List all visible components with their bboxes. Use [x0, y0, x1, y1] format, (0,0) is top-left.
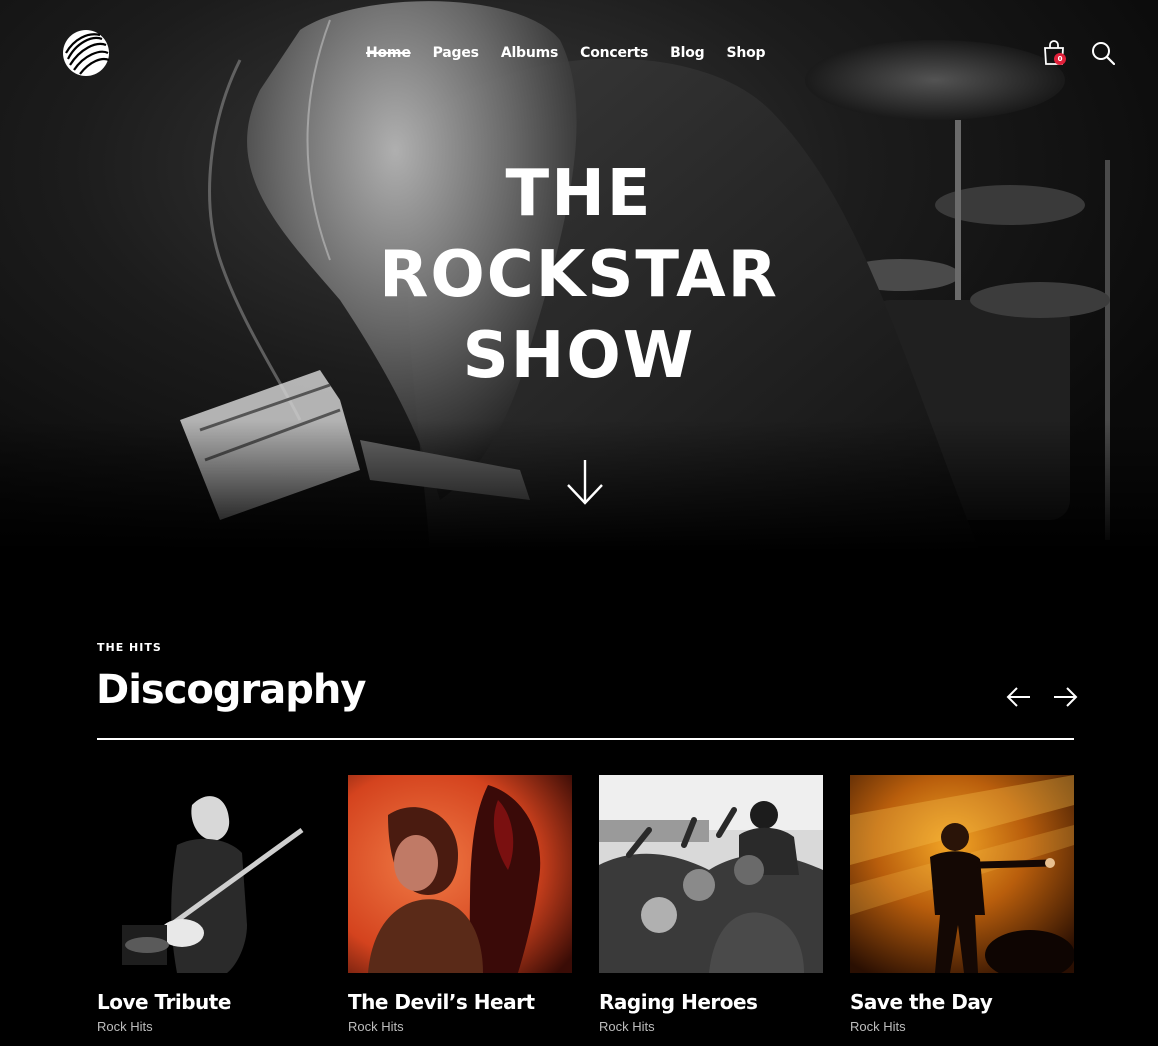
arrow-left-icon[interactable] [1006, 685, 1032, 709]
nav-item-blog[interactable]: Blog [670, 42, 705, 64]
album-category: Rock Hits [97, 1019, 153, 1034]
album-category: Rock Hits [599, 1019, 655, 1034]
album-cover[interactable] [97, 775, 321, 973]
album-title[interactable]: Love Tribute [97, 989, 321, 1015]
hero-title-line: ROCKSTAR [379, 238, 779, 312]
album-cover[interactable] [850, 775, 1074, 973]
nav-item-concerts[interactable]: Concerts [580, 42, 648, 64]
hero-title-line: THE [505, 157, 653, 231]
section-eyebrow: THE HITS [97, 641, 162, 654]
album-cover[interactable] [348, 775, 572, 973]
nav-item-pages[interactable]: Pages [433, 42, 479, 64]
hero-title-line: SHOW [462, 319, 696, 393]
arrow-right-icon[interactable] [1052, 685, 1078, 709]
nav-item-albums[interactable]: Albums [501, 42, 559, 64]
album-card[interactable]: Save the Day Rock Hits [850, 775, 1074, 1034]
cart-count-badge: 0 [1054, 53, 1066, 65]
album-title[interactable]: The Devil’s Heart [348, 989, 572, 1015]
hero-title: THE ROCKSTAR SHOW [0, 154, 1158, 397]
album-card[interactable]: Raging Heroes Rock Hits [599, 775, 823, 1034]
logo-swirl-icon[interactable] [62, 29, 110, 77]
section-title: Discography [96, 667, 366, 713]
album-category: Rock Hits [348, 1019, 404, 1034]
album-title[interactable]: Save the Day [850, 989, 1074, 1015]
album-cover[interactable] [599, 775, 823, 973]
album-card[interactable]: Love Tribute Rock Hits [97, 775, 321, 1034]
album-card[interactable]: The Devil’s Heart Rock Hits [348, 775, 572, 1034]
album-title[interactable]: Raging Heroes [599, 989, 823, 1015]
section-divider [97, 738, 1074, 740]
nav-item-shop[interactable]: Shop [726, 42, 765, 64]
nav-item-home[interactable]: Home [366, 42, 411, 64]
page: Home Pages Albums Concerts Blog Shop 0 T… [0, 0, 1158, 1046]
main-nav: Home Pages Albums Concerts Blog Shop [366, 42, 787, 64]
album-category: Rock Hits [850, 1019, 906, 1034]
arrow-down-icon[interactable] [565, 458, 605, 506]
search-icon[interactable] [1091, 41, 1115, 65]
